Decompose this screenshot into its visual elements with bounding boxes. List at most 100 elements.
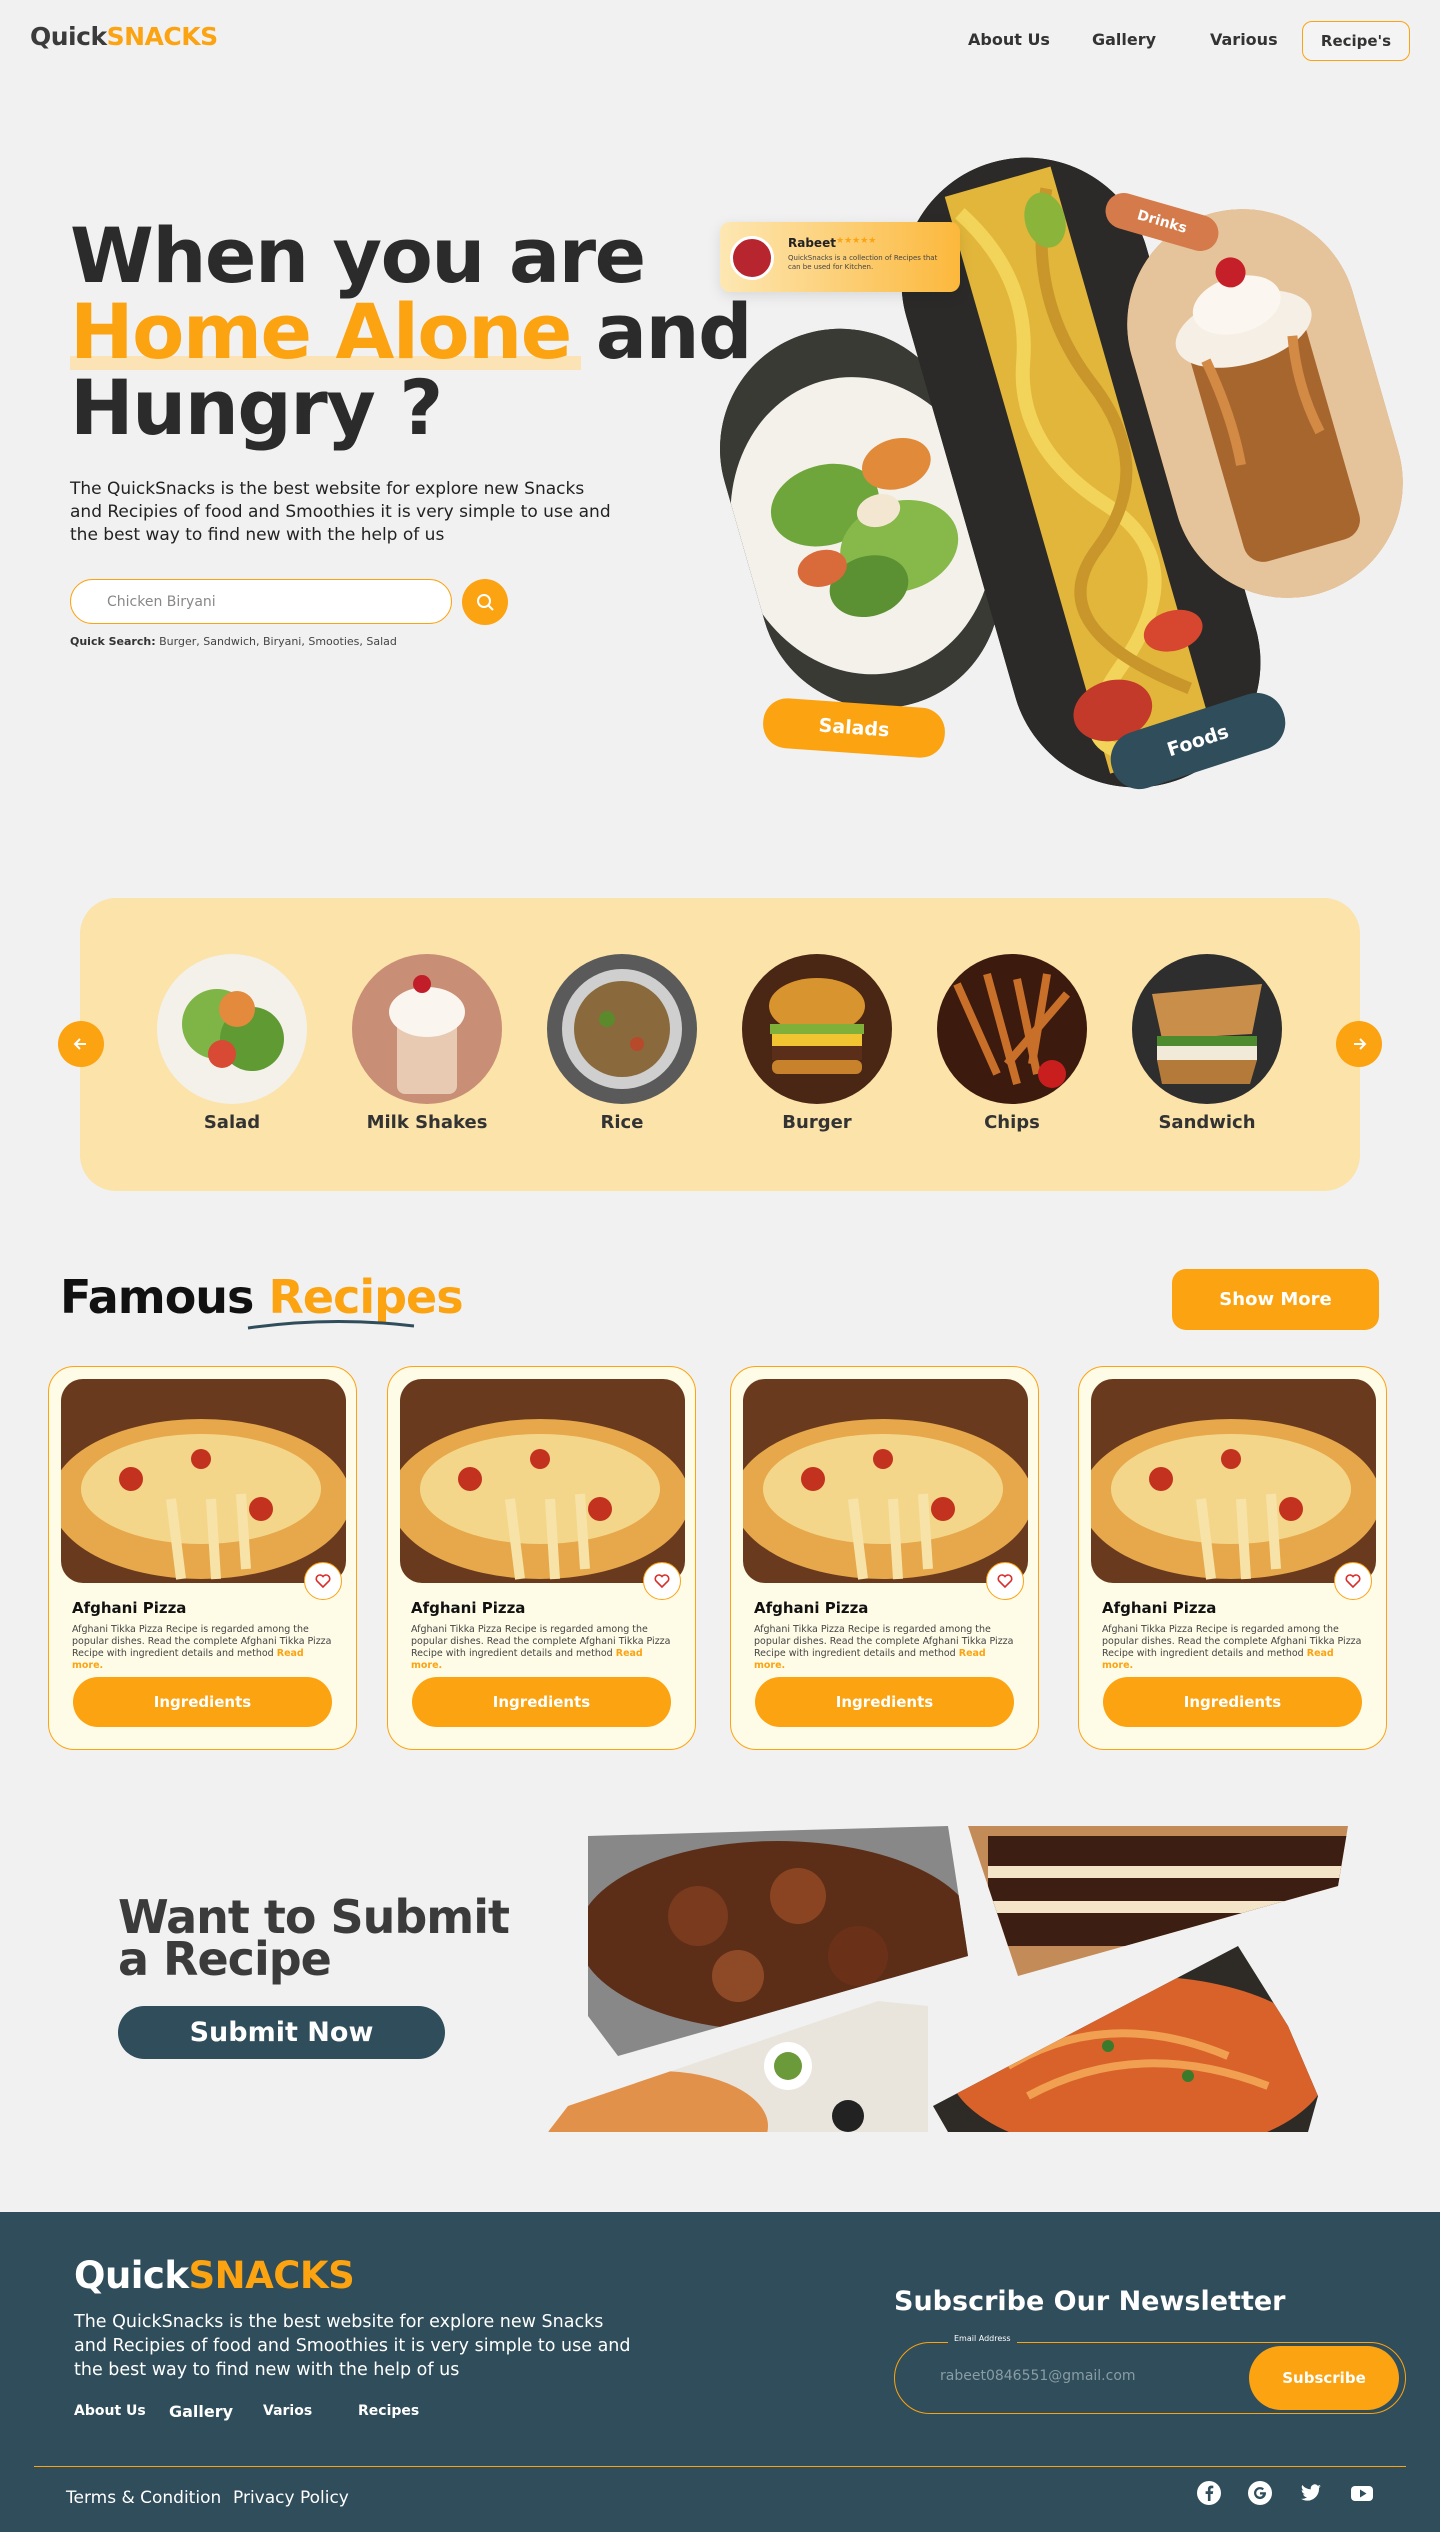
salad-image: [157, 954, 307, 1104]
twitter-icon[interactable]: [1298, 2480, 1324, 2506]
submit-now-button[interactable]: Submit Now: [118, 2006, 445, 2059]
footer-link-about[interactable]: About Us: [74, 2403, 146, 2419]
hero-highlight: Home Alone: [70, 287, 572, 376]
recipe-card[interactable]: Afghani Pizza Afghani Tikka Pizza Recipe…: [48, 1366, 357, 1750]
food-collage: [548, 1826, 1348, 2132]
category-label: Burger: [782, 1112, 852, 1133]
recipe-description: Afghani Tikka Pizza Recipe is regarded a…: [754, 1624, 1019, 1672]
terms-link[interactable]: Terms & Condition: [66, 2488, 221, 2508]
carousel-next-button[interactable]: [1336, 1021, 1382, 1067]
hero-line-1: When you are: [70, 211, 646, 300]
pizza-image: [743, 1379, 1028, 1583]
category-milk-shakes[interactable]: Milk Shakes: [352, 954, 502, 1133]
review-stars: ★★★★★: [836, 236, 877, 246]
famous-title-a: Famous: [60, 1270, 254, 1324]
search-button[interactable]: [462, 579, 508, 625]
review-card: Rabeet ★★★★★ QuickSnacks is a collection…: [720, 222, 960, 292]
heart-icon: [1345, 1574, 1361, 1589]
show-more-button[interactable]: Show More: [1172, 1269, 1379, 1330]
quick-search: Quick Search: Burger, Sandwich, Biryani,…: [70, 635, 397, 648]
category-label: Salad: [203, 1112, 261, 1133]
newsletter-title: Subscribe Our Newsletter: [894, 2286, 1286, 2317]
hero-line-2: and: [595, 287, 753, 376]
email-label: Email Address: [948, 2334, 1017, 2343]
ingredients-button[interactable]: Ingredients: [755, 1677, 1014, 1727]
email-value[interactable]: rabeet0846551@gmail.com: [940, 2368, 1136, 2384]
heart-icon: [654, 1574, 670, 1589]
recipe-description: Afghani Tikka Pizza Recipe is regarded a…: [72, 1624, 337, 1672]
search-input[interactable]: Chicken Biryani: [70, 579, 452, 624]
submit-recipe-heading: Want to Submit a Recipe: [118, 1894, 510, 1986]
nav-gallery[interactable]: Gallery: [1092, 30, 1156, 49]
favorite-button[interactable]: [304, 1562, 342, 1600]
category-label: Milk Shakes: [366, 1112, 488, 1133]
footer-divider: [34, 2466, 1406, 2467]
footer-logo-quick: Quick: [74, 2254, 189, 2297]
recipe-card[interactable]: Afghani Pizza Afghani Tikka Pizza Recipe…: [730, 1366, 1039, 1750]
nav-recipes-button[interactable]: Recipe's: [1302, 21, 1410, 61]
quick-search-items[interactable]: Burger, Sandwich, Biryani, Smooties, Sal…: [159, 635, 397, 648]
hero-heading: When you are Home Alone and Hungry ?: [70, 211, 753, 446]
famous-title-b: Recipes: [268, 1270, 463, 1324]
hero-description: The QuickSnacks is the best website for …: [70, 479, 611, 545]
recipe-title: Afghani Pizza: [411, 1599, 526, 1617]
search-icon: [477, 594, 494, 611]
category-rice[interactable]: Rice: [547, 954, 697, 1133]
rice-image: [547, 954, 697, 1104]
privacy-link[interactable]: Privacy Policy: [233, 2488, 349, 2508]
logo-quick: Quick: [30, 22, 107, 51]
site-logo[interactable]: QuickSNACKS: [30, 22, 218, 51]
avatar: [730, 236, 774, 280]
pizza-image: [1091, 1379, 1376, 1583]
footer-logo[interactable]: QuickSNACKS: [74, 2254, 355, 2297]
category-label: Chips: [984, 1112, 1040, 1133]
youtube-icon[interactable]: [1349, 2480, 1375, 2506]
recipe-title: Afghani Pizza: [72, 1599, 187, 1617]
google-icon[interactable]: [1247, 2480, 1273, 2506]
ingredients-button[interactable]: Ingredients: [73, 1677, 332, 1727]
salads-tag[interactable]: Salads: [761, 696, 947, 760]
arrow-left-icon: [73, 1038, 86, 1050]
submit-line-2: a Recipe: [118, 1932, 332, 1986]
review-text: QuickSnacks is a collection of Recipes t…: [788, 254, 938, 271]
nav-various[interactable]: Various: [1210, 30, 1278, 49]
ingredients-button[interactable]: Ingredients: [1103, 1677, 1362, 1727]
nav-about-us[interactable]: About Us: [968, 30, 1050, 49]
footer-link-gallery[interactable]: Gallery: [169, 2402, 233, 2421]
category-burger[interactable]: Burger: [742, 954, 892, 1133]
footer-link-varios[interactable]: Varios: [263, 2403, 312, 2419]
category-sandwich[interactable]: Sandwich: [1132, 954, 1282, 1133]
category-salad[interactable]: Salad: [157, 954, 307, 1133]
pizza-image: [400, 1379, 685, 1583]
ingredients-button[interactable]: Ingredients: [412, 1677, 671, 1727]
recipe-description: Afghani Tikka Pizza Recipe is regarded a…: [1102, 1624, 1367, 1672]
favorite-button[interactable]: [986, 1562, 1024, 1600]
arrow-right-icon: [1354, 1038, 1367, 1050]
category-label: Rice: [600, 1112, 644, 1133]
heart-icon: [997, 1574, 1013, 1589]
footer-description: The QuickSnacks is the best website for …: [74, 2312, 631, 2380]
footer-logo-snacks: SNACKS: [188, 2254, 355, 2297]
recipe-description: Afghani Tikka Pizza Recipe is regarded a…: [411, 1624, 676, 1672]
sandwich-image: [1132, 954, 1282, 1104]
category-chips[interactable]: Chips: [937, 954, 1087, 1133]
carousel-prev-button[interactable]: [58, 1021, 104, 1067]
favorite-button[interactable]: [643, 1562, 681, 1600]
chips-image: [937, 954, 1087, 1104]
recipe-title: Afghani Pizza: [754, 1599, 869, 1617]
facebook-icon[interactable]: [1196, 2480, 1222, 2506]
recipe-card[interactable]: Afghani Pizza Afghani Tikka Pizza Recipe…: [1078, 1366, 1387, 1750]
recipe-title: Afghani Pizza: [1102, 1599, 1217, 1617]
category-label: Sandwich: [1158, 1112, 1256, 1133]
footer-link-recipes[interactable]: Recipes: [358, 2403, 419, 2419]
burger-image: [742, 954, 892, 1104]
heart-icon: [315, 1574, 331, 1589]
search-placeholder: Chicken Biryani: [107, 593, 216, 610]
favorite-button[interactable]: [1334, 1562, 1372, 1600]
famous-recipes-title: Famous Recipes: [60, 1270, 464, 1324]
reviewer-name: Rabeet: [788, 236, 836, 250]
milkshake-image: [352, 954, 502, 1104]
subscribe-button[interactable]: Subscribe: [1249, 2346, 1399, 2410]
recipe-card[interactable]: Afghani Pizza Afghani Tikka Pizza Recipe…: [387, 1366, 696, 1750]
logo-snacks: SNACKS: [106, 22, 219, 51]
